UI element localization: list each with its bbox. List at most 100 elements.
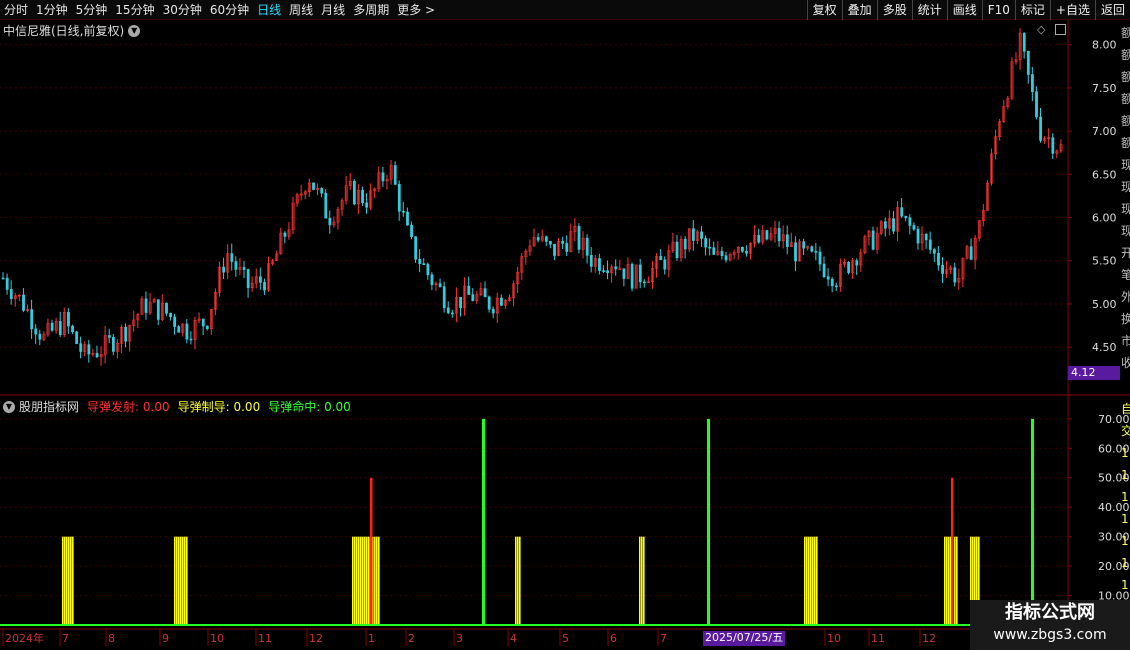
candle-body — [593, 258, 597, 267]
candle-body — [1055, 150, 1059, 154]
tab-monthly[interactable]: 月线 — [317, 0, 349, 20]
candle-body — [630, 263, 634, 289]
candle-body — [834, 285, 838, 288]
sidebar-glyph: 1 — [1121, 490, 1129, 504]
candle-body — [111, 337, 115, 352]
candle-body — [614, 266, 618, 270]
candle-body — [565, 243, 569, 252]
tab-30min[interactable]: 30分钟 — [159, 0, 206, 20]
add-watchlist-button[interactable]: +自选 — [1049, 0, 1095, 20]
candle-body — [418, 258, 422, 264]
candle-body — [156, 299, 160, 320]
date-label: 2024年 — [5, 631, 44, 645]
candle-body — [344, 185, 348, 201]
diamond-icon[interactable]: ◇ — [1037, 23, 1045, 36]
guide-bar — [182, 536, 184, 625]
candle-body — [544, 236, 548, 242]
overlay-button[interactable]: 叠加 — [841, 0, 877, 20]
tab-more[interactable]: 更多 > — [393, 0, 439, 20]
draw-line-button[interactable]: 画线 — [946, 0, 982, 20]
candle-body — [357, 189, 360, 205]
candle-body — [30, 309, 34, 330]
hit-label: 导弹命中: — [268, 400, 321, 414]
candle-body — [802, 241, 806, 249]
tab-timeshare[interactable]: 分时 — [0, 0, 32, 20]
candle-body — [916, 228, 920, 244]
candle-body — [753, 234, 757, 244]
restore-rights-button[interactable]: 复权 — [806, 0, 842, 20]
candle-body — [95, 353, 99, 358]
chevron-down-icon[interactable]: ▼ — [128, 24, 141, 37]
date-label: 2 — [408, 632, 415, 645]
statistics-button[interactable]: 统计 — [911, 0, 947, 20]
tab-daily[interactable]: 日线 — [253, 0, 285, 20]
candle-body — [336, 208, 340, 223]
candle-body — [369, 190, 373, 208]
candle-body — [810, 246, 814, 252]
candle-body — [103, 335, 107, 355]
candle-body — [348, 181, 352, 187]
guide-bar — [808, 536, 810, 625]
sidebar-glyph: 现 — [1121, 180, 1130, 194]
candle-body — [5, 277, 9, 290]
candle-body — [867, 230, 871, 238]
window-toggle-icon[interactable] — [1055, 24, 1066, 35]
guide-bar — [374, 536, 376, 625]
guide-bar — [352, 536, 354, 625]
tab-weekly[interactable]: 周线 — [285, 0, 317, 20]
candle-body — [483, 288, 487, 298]
sidebar-glyph: 自 — [1121, 402, 1130, 416]
sidebar-glyph: 额 — [1121, 26, 1130, 40]
candle-body — [218, 266, 221, 293]
candle-body — [259, 276, 262, 283]
candle-body — [732, 252, 736, 255]
candle-body — [165, 302, 168, 314]
multi-stock-button[interactable]: 多股 — [876, 0, 912, 20]
candle-body — [62, 312, 66, 335]
tab-15min[interactable]: 15分钟 — [111, 0, 158, 20]
date-label: 8 — [108, 632, 115, 645]
candle-body — [679, 238, 683, 259]
candle-body — [136, 314, 140, 321]
candle-body — [875, 233, 879, 250]
candle-body — [704, 238, 708, 248]
guide-bar — [366, 536, 368, 625]
price-tick-label: 5.50 — [1092, 255, 1117, 268]
tab-60min[interactable]: 60分钟 — [206, 0, 253, 20]
mark-button[interactable]: 标记 — [1014, 0, 1050, 20]
candle-body — [712, 247, 716, 255]
candle-body — [13, 295, 17, 299]
candlestick-chart: 8.007.507.006.506.005.505.004.50 70.0060… — [0, 20, 1130, 646]
candle-body — [140, 298, 144, 315]
candle-body — [937, 253, 940, 266]
sidebar-glyph: 1 — [1121, 512, 1129, 526]
candle-body — [814, 251, 818, 253]
indicator-guide: 导弹制导: 0.00 — [178, 398, 261, 415]
back-button[interactable]: 返回 — [1094, 0, 1130, 20]
indicator-grid — [0, 418, 1068, 597]
guide-bar — [354, 536, 356, 625]
candle-body — [324, 192, 328, 219]
guide-bar — [641, 536, 643, 625]
tab-multi-period[interactable]: 多周期 — [349, 0, 393, 20]
guide-bar — [814, 536, 816, 625]
candle-body — [728, 253, 732, 261]
candle-body — [724, 255, 728, 261]
candle-body — [226, 253, 230, 273]
sidebar-glyph: 笔 — [1121, 268, 1130, 282]
f10-button[interactable]: F10 — [981, 0, 1015, 20]
candle-body — [741, 247, 744, 252]
candle-body — [961, 257, 965, 279]
candle-body — [790, 242, 793, 248]
candle-body — [491, 308, 495, 314]
launch-value: 0.00 — [142, 400, 170, 414]
price-tick-label: 4.50 — [1092, 341, 1117, 354]
candle-body — [581, 237, 585, 250]
tab-5min[interactable]: 5分钟 — [72, 0, 112, 20]
candle-body — [965, 246, 969, 259]
candle-body — [308, 182, 311, 193]
chevron-down-icon[interactable]: ▼ — [3, 400, 15, 413]
candle-body — [91, 353, 95, 355]
candle-body — [26, 309, 30, 311]
tab-1min[interactable]: 1分钟 — [32, 0, 72, 20]
